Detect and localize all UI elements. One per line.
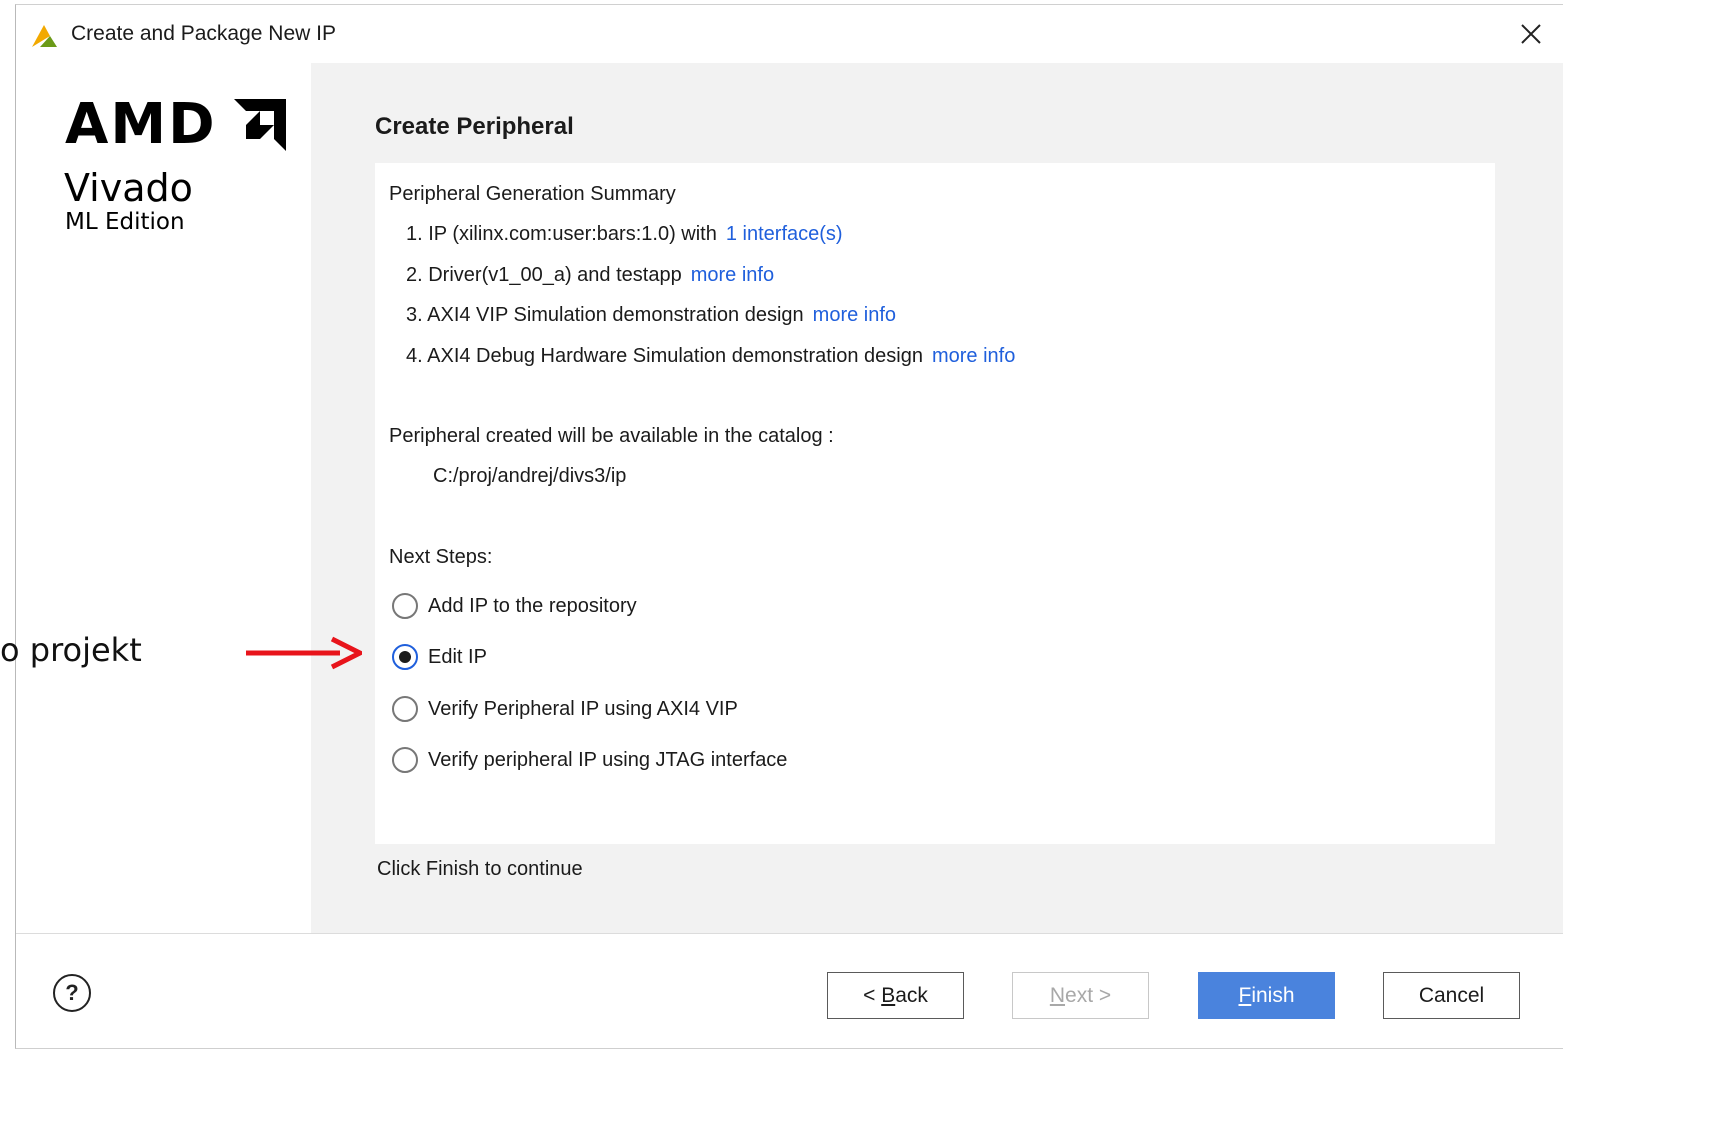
next-button[interactable]: Next >	[1012, 972, 1149, 1019]
annotation-text: o projekt	[0, 631, 142, 669]
radio-verify-axi4-vip[interactable]: Verify Peripheral IP using AXI4 VIP	[392, 696, 738, 722]
radio-selected-dot	[399, 651, 411, 663]
close-button[interactable]	[1503, 9, 1559, 59]
branding-sidebar: AMD Vivado ML Edition	[16, 63, 311, 933]
summary-item-text: 4. AXI4 Debug Hardware Simulation demons…	[406, 345, 923, 367]
debug-more-info-link[interactable]: more info	[932, 345, 1015, 367]
amd-logo-text: AMD	[65, 92, 217, 157]
radio-label: Edit IP	[428, 645, 487, 668]
footer-note: Click Finish to continue	[377, 858, 583, 880]
close-icon	[1521, 24, 1541, 44]
summary-item: 1. IP (xilinx.com:user:bars:1.0) with 1 i…	[406, 223, 843, 246]
radio-edit-ip[interactable]: Edit IP	[392, 644, 487, 670]
dialog-window: Create and Package New IP AMD Vivado ML …	[15, 4, 1563, 1049]
back-button[interactable]: < Back	[827, 972, 964, 1019]
vivado-logo-text: Vivado	[64, 166, 193, 210]
radio-add-ip-to-repository[interactable]: Add IP to the repository	[392, 593, 637, 619]
radio-label: Verify peripheral IP using JTAG interfac…	[428, 748, 788, 771]
edition-logo-text: ML Edition	[65, 209, 185, 235]
catalog-heading: Peripheral created will be available in …	[389, 425, 834, 447]
radio-button[interactable]	[392, 747, 418, 773]
summary-item-text: 2. Driver(v1_00_a) and testapp	[406, 264, 682, 286]
next-steps-heading: Next Steps:	[389, 546, 493, 568]
annotation-arrow-icon	[246, 636, 362, 670]
window-title: Create and Package New IP	[71, 22, 336, 45]
summary-item: 3. AXI4 VIP Simulation demonstration des…	[406, 304, 896, 327]
vivado-app-icon	[32, 25, 57, 47]
radio-button-selected[interactable]	[392, 644, 418, 670]
radio-verify-jtag[interactable]: Verify peripheral IP using JTAG interfac…	[392, 747, 787, 773]
radio-button[interactable]	[392, 593, 418, 619]
amd-arrow-logo-icon	[234, 99, 286, 151]
cancel-button[interactable]: Cancel	[1383, 972, 1520, 1019]
radio-label: Verify Peripheral IP using AXI4 VIP	[428, 697, 738, 720]
finish-button[interactable]: Finish	[1198, 972, 1335, 1019]
interfaces-link[interactable]: 1 interface(s)	[726, 223, 843, 245]
summary-item: 4. AXI4 Debug Hardware Simulation demons…	[406, 345, 1015, 368]
page-title: Create Peripheral	[375, 113, 574, 140]
summary-heading: Peripheral Generation Summary	[389, 183, 676, 205]
button-bar: ? < Back Next > Finish Cancel	[16, 933, 1563, 1048]
help-icon: ?	[65, 980, 79, 1005]
driver-more-info-link[interactable]: more info	[691, 264, 774, 286]
radio-label: Add IP to the repository	[428, 594, 637, 617]
summary-item-text: 1. IP (xilinx.com:user:bars:1.0) with	[406, 223, 717, 245]
radio-button[interactable]	[392, 696, 418, 722]
content-area: Create Peripheral Peripheral Generation …	[311, 63, 1563, 933]
vip-more-info-link[interactable]: more info	[813, 304, 896, 326]
summary-panel: Peripheral Generation Summary 1. IP (xil…	[375, 163, 1495, 844]
catalog-path: C:/proj/andrej/divs3/ip	[433, 465, 627, 487]
help-button[interactable]: ?	[53, 974, 91, 1012]
summary-item: 2. Driver(v1_00_a) and testapp more info	[406, 264, 774, 287]
title-bar: Create and Package New IP	[16, 5, 1563, 63]
summary-item-text: 3. AXI4 VIP Simulation demonstration des…	[406, 304, 804, 326]
